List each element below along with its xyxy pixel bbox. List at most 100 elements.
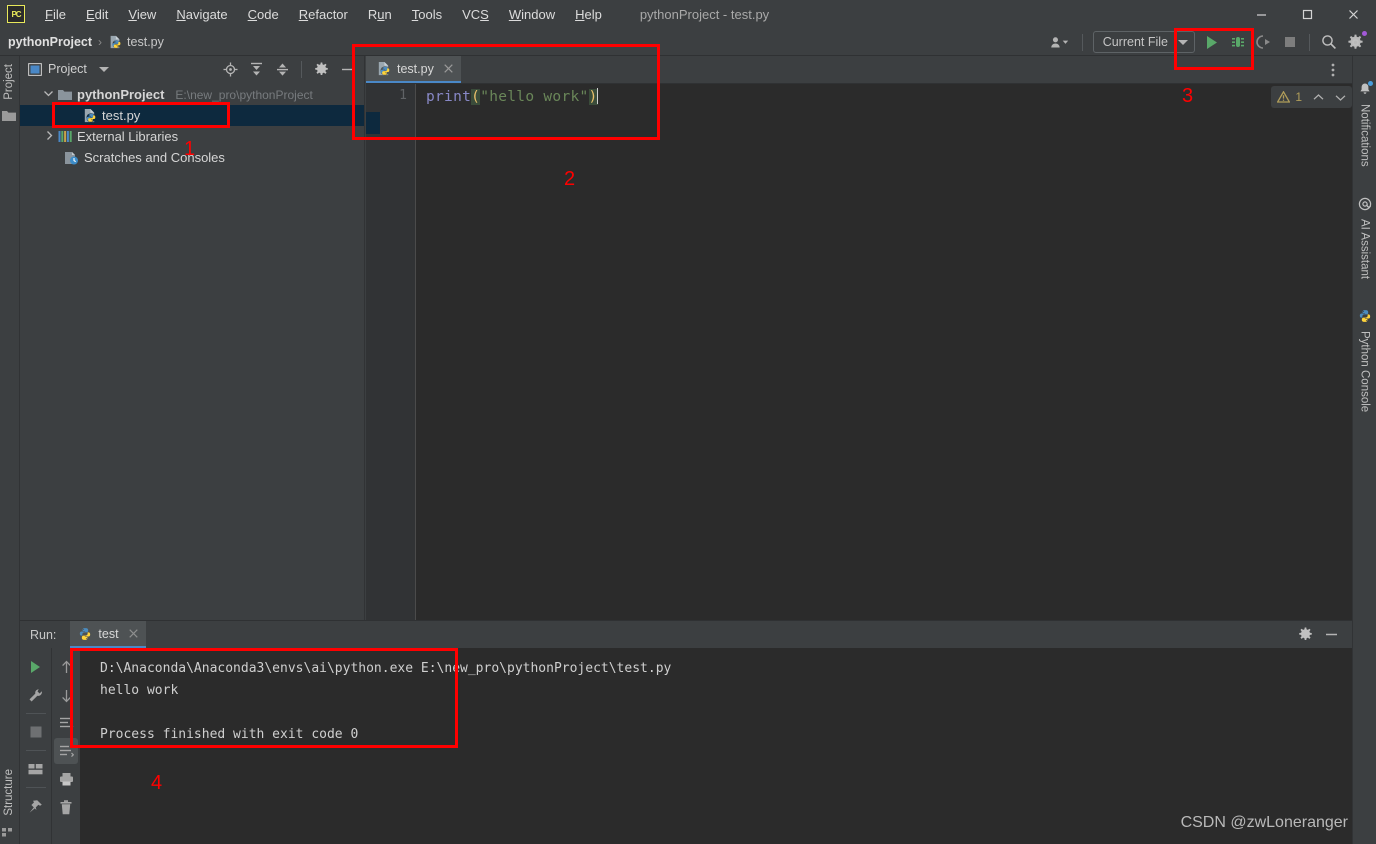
scroll-to-end-icon[interactable]	[54, 738, 78, 764]
arrow-up-icon[interactable]	[54, 654, 78, 680]
trash-icon[interactable]	[54, 794, 78, 820]
breadcrumb-project[interactable]: pythonProject	[8, 35, 92, 49]
menu-item-run[interactable]: Run	[358, 4, 402, 25]
code-editor[interactable]: 1 print("hello work")	[366, 84, 1352, 620]
right-tab-label-notifications: Notifications	[1358, 104, 1371, 167]
hide-icon[interactable]	[1318, 622, 1344, 648]
menu-item-vcs[interactable]: VCS	[452, 4, 499, 25]
menu-item-navigate[interactable]: Navigate	[166, 4, 237, 25]
structure-icon[interactable]	[2, 826, 15, 838]
menu-item-view[interactable]: View	[118, 4, 166, 25]
search-icon[interactable]	[1316, 29, 1342, 55]
wrench-icon[interactable]	[24, 682, 48, 708]
tree-label-testpy: test.py	[102, 108, 141, 123]
breadcrumb-file[interactable]: test.py	[127, 35, 164, 49]
annotation-number-2: 2	[564, 168, 576, 190]
run-panel-actions	[1292, 622, 1352, 648]
title-bar: PC File Edit View Navigate Code Refactor…	[0, 0, 1376, 28]
close-icon[interactable]	[128, 629, 138, 638]
console-line: hello work	[100, 683, 179, 698]
toolbar-separator-3	[25, 787, 46, 788]
chevron-up-icon[interactable]	[1313, 93, 1324, 102]
soft-wrap-icon[interactable]	[54, 710, 78, 736]
editor-tabs-actions	[1320, 57, 1352, 83]
layout-icon[interactable]	[24, 756, 48, 782]
chevron-down-icon[interactable]	[98, 66, 109, 73]
gear-icon[interactable]	[1292, 622, 1318, 648]
tree-row-project[interactable]: pythonProject E:\new_pro\pythonProject	[20, 84, 364, 105]
gutter-selection-marker	[366, 112, 380, 134]
sidebar-tab-structure[interactable]: Structure	[3, 765, 15, 820]
gear-icon[interactable]	[1342, 29, 1368, 55]
run-configuration-selector[interactable]: Current File	[1092, 31, 1195, 53]
run-panel-header: Run: test	[20, 620, 1352, 648]
close-icon[interactable]	[1330, 0, 1376, 28]
maximize-icon[interactable]	[1284, 0, 1330, 28]
run-console-output[interactable]: D:\Anaconda\Anaconda3\envs\ai\python.exe…	[80, 648, 1352, 844]
code-token-string: "hello work"	[480, 89, 589, 105]
arrow-down-icon[interactable]	[54, 682, 78, 708]
inspection-count: 1	[1295, 90, 1302, 104]
folder-icon	[58, 89, 72, 101]
gear-badge	[1362, 31, 1367, 36]
print-icon[interactable]	[54, 766, 78, 792]
main-toolbar: Current File	[1044, 28, 1376, 56]
right-tab-python-console[interactable]: Python Console	[1358, 309, 1372, 426]
tab-label: test.py	[397, 61, 434, 76]
run-coverage-icon[interactable]	[1251, 29, 1277, 55]
folder-icon[interactable]	[2, 110, 16, 122]
python-file-icon	[82, 108, 97, 123]
chevron-down-icon[interactable]	[1335, 93, 1346, 102]
rerun-play-icon[interactable]	[24, 654, 48, 680]
project-panel-actions	[217, 56, 360, 82]
locate-icon[interactable]	[217, 56, 243, 82]
right-tab-ai-assistant[interactable]: AI Assistant	[1358, 197, 1372, 293]
project-panel-title: Project	[48, 62, 87, 76]
menu-item-edit[interactable]: Edit	[76, 4, 118, 25]
right-tab-label-python-console: Python Console	[1358, 330, 1371, 412]
navigation-bar: pythonProject › test.py Current File	[0, 28, 1376, 56]
tab-test-py[interactable]: test.py	[366, 56, 461, 83]
hide-icon[interactable]	[334, 56, 360, 82]
expand-all-icon[interactable]	[243, 56, 269, 82]
editor-gutter[interactable]: 1	[366, 84, 416, 620]
python-icon	[1358, 309, 1372, 323]
pycharm-logo-icon: PC	[7, 5, 25, 23]
chevron-down-icon[interactable]	[44, 89, 53, 98]
menu-item-tools[interactable]: Tools	[402, 4, 452, 25]
debug-bug-icon[interactable]	[1225, 29, 1251, 55]
code-line-1[interactable]: print("hello work")	[426, 88, 598, 105]
menu-item-help[interactable]: Help	[565, 4, 612, 25]
collapse-all-icon[interactable]	[269, 56, 295, 82]
pin-icon[interactable]	[24, 793, 48, 819]
menu-item-window[interactable]: Window	[499, 4, 565, 25]
user-profile-icon[interactable]	[1044, 29, 1076, 55]
stop-square-icon[interactable]	[24, 719, 48, 745]
toolbar-separator-2	[25, 750, 46, 751]
stop-square-icon[interactable]	[1277, 29, 1303, 55]
minimize-icon[interactable]	[1238, 0, 1284, 28]
run-tab-test[interactable]: test	[70, 621, 146, 648]
menu-bar: File Edit View Navigate Code Refactor Ru…	[35, 4, 612, 25]
inspection-widget[interactable]: 1	[1271, 86, 1352, 108]
close-icon[interactable]	[444, 64, 453, 73]
line-number: 1	[399, 88, 407, 103]
menu-item-refactor[interactable]: Refactor	[289, 4, 358, 25]
right-tab-label-ai-assistant: AI Assistant	[1358, 218, 1371, 279]
sidebar-tab-project[interactable]: Project	[3, 60, 15, 104]
menu-item-file[interactable]: File	[35, 4, 76, 25]
chevron-right-icon[interactable]	[45, 131, 54, 140]
run-play-icon[interactable]	[1199, 29, 1225, 55]
menu-item-code[interactable]: Code	[238, 4, 289, 25]
watermark: CSDN @zwLoneranger	[1180, 814, 1348, 831]
gear-icon[interactable]	[308, 56, 334, 82]
right-tab-notifications[interactable]: Notifications	[1358, 81, 1373, 181]
pycharm-window: PC File Edit View Navigate Code Refactor…	[0, 0, 1376, 844]
text-caret	[596, 88, 598, 104]
at-icon	[1358, 197, 1372, 211]
run-toolbar-primary	[20, 648, 52, 844]
more-vertical-icon[interactable]	[1320, 57, 1346, 83]
tree-row-testpy[interactable]: test.py	[20, 105, 364, 126]
tree-label-scratches: Scratches and Consoles	[84, 150, 225, 165]
